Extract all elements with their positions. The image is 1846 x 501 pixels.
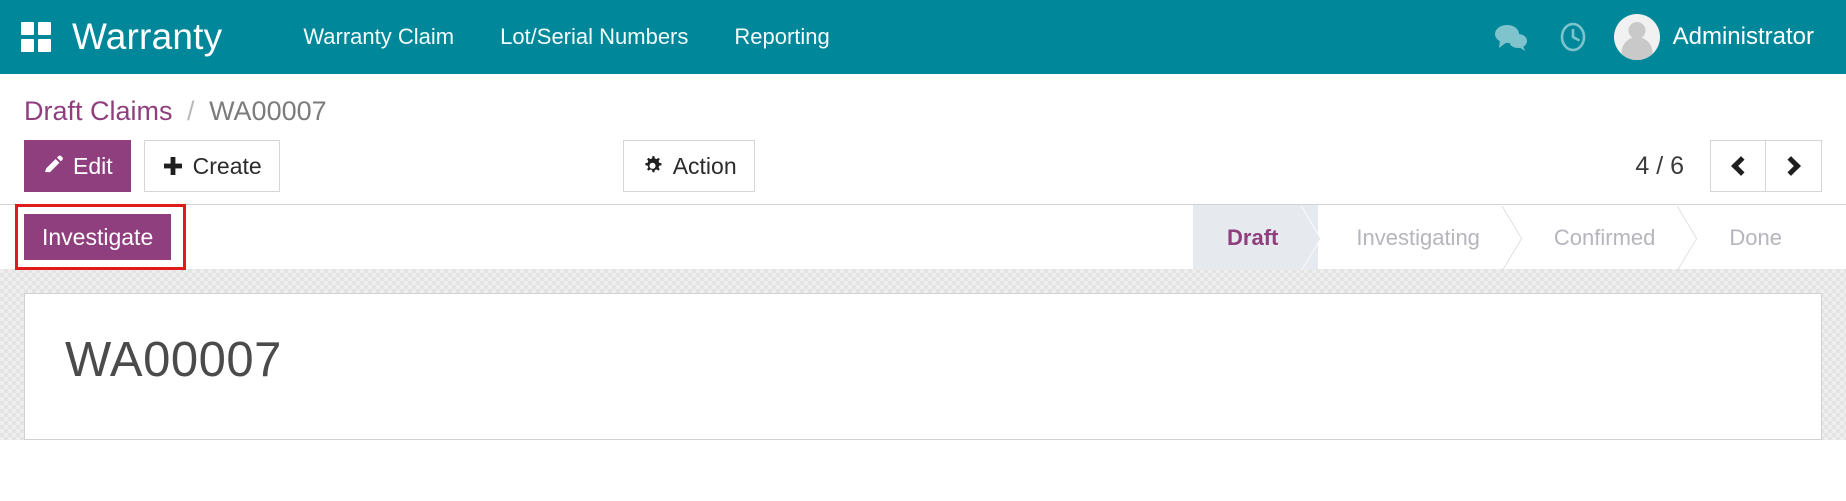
record-view-area: WA00007 — [0, 269, 1846, 440]
activities-clock-icon[interactable] — [1542, 0, 1604, 74]
status-row: Investigate Draft Investigating Confirme… — [0, 204, 1846, 270]
menu-item-reporting[interactable]: Reporting — [711, 0, 852, 74]
pager: 4 / 6 — [1635, 140, 1822, 192]
record-title: WA00007 — [65, 333, 282, 387]
navbar-right-group: Administrator — [1480, 0, 1828, 74]
breadcrumb-parent-link[interactable]: Draft Claims — [24, 96, 173, 126]
pager-previous-button[interactable] — [1710, 140, 1766, 192]
breadcrumb: Draft Claims / WA00007 — [0, 74, 1846, 135]
menu-item-warranty-claim[interactable]: Warranty Claim — [280, 0, 477, 74]
gear-icon — [645, 155, 662, 172]
statusbar-stage-draft[interactable]: Draft — [1193, 205, 1319, 270]
pager-next-button[interactable] — [1766, 140, 1822, 192]
pager-count: 4 / 6 — [1635, 151, 1684, 180]
control-panel-buttons-row: Edit Create Action 4 / 6 — [0, 135, 1846, 204]
create-button-label: Create — [192, 152, 262, 179]
plus-icon — [163, 157, 182, 175]
user-name-label: Administrator — [1672, 23, 1814, 50]
menu-item-lot-serial-numbers[interactable]: Lot/Serial Numbers — [477, 0, 711, 74]
main-menu: Warranty Claim Lot/Serial Numbers Report… — [280, 0, 852, 74]
statusbar-action-wrapper: Investigate — [15, 204, 186, 270]
user-menu[interactable]: Administrator — [1604, 0, 1828, 74]
chevron-left-icon — [1730, 156, 1751, 176]
apps-menu-toggle[interactable] — [0, 0, 72, 74]
statusbar-stage-done[interactable]: Done — [1695, 205, 1822, 270]
record-sheet: WA00007 — [24, 293, 1822, 440]
messages-icon[interactable] — [1480, 0, 1542, 74]
app-brand-title: Warranty — [72, 16, 223, 57]
statusbar: Draft Investigating Confirmed Done — [1193, 205, 1822, 270]
pencil-icon — [45, 155, 63, 173]
statusbar-stage-investigating[interactable]: Investigating — [1318, 205, 1520, 270]
edit-button-label: Edit — [73, 152, 113, 179]
grid-apps-icon — [21, 22, 51, 52]
investigate-button[interactable]: Investigate — [24, 214, 172, 260]
top-navbar: Warranty Warranty Claim Lot/Serial Numbe… — [0, 0, 1846, 74]
action-button-label: Action — [672, 152, 737, 179]
edit-button[interactable]: Edit — [24, 140, 131, 192]
control-panel: Draft Claims / WA00007 Edit Create Actio… — [0, 74, 1846, 270]
action-button[interactable]: Action — [622, 140, 755, 192]
breadcrumb-current: WA00007 — [209, 96, 327, 126]
chevron-right-icon — [1781, 156, 1801, 176]
breadcrumb-separator: / — [187, 96, 195, 126]
create-button[interactable]: Create — [143, 140, 280, 192]
avatar — [1613, 14, 1660, 60]
statusbar-stage-confirmed[interactable]: Confirmed — [1520, 205, 1695, 270]
